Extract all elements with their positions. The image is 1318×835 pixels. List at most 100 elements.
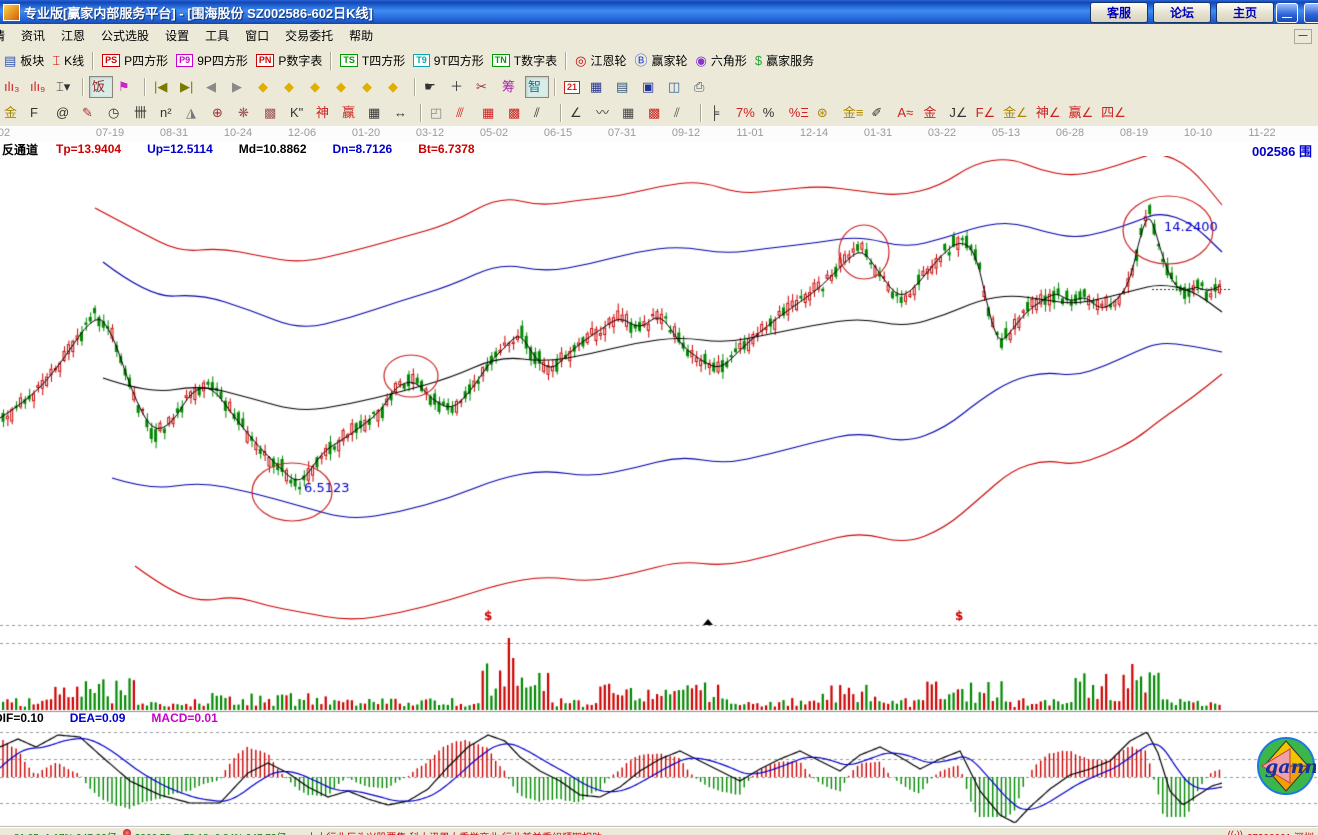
pen-flag-tool[interactable]: ✐ — [868, 102, 892, 124]
winner-service-button[interactable]: $赢家服务 — [752, 50, 817, 72]
shen-angle-tool[interactable]: 神∠ — [1033, 102, 1064, 124]
minimize-button[interactable]: — — [1276, 3, 1298, 23]
time-circle-tool[interactable]: ◷ — [105, 102, 129, 124]
prev-page-button[interactable]: ◀ — [203, 76, 227, 98]
calendar-button[interactable]: 21 — [561, 76, 585, 98]
seven-percent-icon: 7% — [736, 104, 755, 122]
colored-flag-button[interactable]: ⚑ — [115, 76, 139, 98]
zoom-all-diamond-button[interactable]: ◆ — [359, 76, 383, 98]
ying-angle-tool[interactable]: 赢∠ — [1065, 102, 1096, 124]
parallel-slash-tool[interactable]: ⫽ — [531, 102, 555, 124]
t-number-table-button[interactable]: TNT数字表 — [489, 50, 560, 72]
menu-item-2[interactable]: 资讯 — [13, 25, 53, 46]
print-button[interactable]: ⎙ — [691, 76, 715, 98]
four-angle-tool[interactable]: 四∠ — [1098, 102, 1129, 124]
gold-ratio-tool[interactable]: 金 — [1, 102, 25, 124]
first-page-button[interactable]: |◀ — [151, 76, 175, 98]
gann-fan-tool[interactable]: ⫻ — [453, 102, 477, 124]
chips-tool[interactable]: 筹 — [499, 76, 523, 98]
menu-item-4[interactable]: 公式选股 — [93, 25, 157, 46]
double-angle-tool[interactable]: ∠ — [567, 102, 591, 124]
gold-line-tool[interactable]: 金 — [920, 102, 944, 124]
k-measure-tool[interactable]: K" — [287, 102, 311, 124]
crosshair-tool[interactable]: ＋ — [447, 76, 471, 98]
zigzag-tool[interactable]: 〰 — [593, 102, 617, 124]
blocks-panel-button[interactable]: ▤板块 — [1, 50, 47, 72]
save-button[interactable]: ▣ — [639, 76, 663, 98]
calculator-button[interactable]: ▦ — [587, 76, 611, 98]
home-button[interactable]: 主页 — [1216, 2, 1274, 23]
last-page-button[interactable]: ▶| — [177, 76, 201, 98]
hexagon-button[interactable]: ◉六角形 — [693, 50, 750, 72]
child-minimize-button[interactable]: — — [1294, 29, 1312, 44]
next-page-button[interactable]: ▶ — [229, 76, 253, 98]
zoom-in-diamond-button[interactable]: ◆ — [333, 76, 357, 98]
tally-grid-tool[interactable]: 卌 — [131, 102, 155, 124]
t-square-button[interactable]: TST四方形 — [337, 50, 408, 72]
grid-box-tool[interactable]: ▦ — [619, 102, 643, 124]
f-angle-tool[interactable]: F∠ — [973, 102, 999, 124]
gold-angle-tool[interactable]: 金∠ — [1000, 102, 1031, 124]
gold-circle-tool[interactable]: ⊛ — [814, 102, 838, 124]
ruler-scale-tool[interactable]: ╞ — [707, 102, 731, 124]
ying-indicator-tool[interactable]: 赢 — [339, 102, 363, 124]
menu-item-1[interactable]: 行情 — [0, 25, 13, 46]
spiral-tool[interactable]: @ — [53, 102, 77, 124]
menu-item-7[interactable]: 窗口 — [237, 25, 277, 46]
menu-item-8[interactable]: 交易委托 — [277, 25, 341, 46]
t9-square-button[interactable]: T99T四方形 — [410, 50, 487, 72]
j-angle-tool[interactable]: J∠ — [946, 102, 970, 124]
gold-levels-tool[interactable]: 金≡ — [840, 102, 867, 124]
numbered-grid-tool[interactable]: ▦ — [365, 102, 389, 124]
parallels-tool[interactable]: ⫽ — [671, 102, 695, 124]
p-number-table-button[interactable]: PNP数字表 — [253, 50, 326, 72]
square-n2-tool[interactable]: n² — [157, 102, 181, 124]
p9-square-button[interactable]: P99P四方形 — [173, 50, 251, 72]
main-chart-canvas[interactable] — [0, 156, 1318, 827]
smart-analysis-toggle[interactable]: 智 — [525, 76, 549, 98]
save-icon: ▣ — [642, 78, 654, 96]
candle-style-dropdown[interactable]: ⌶▾ — [53, 76, 77, 98]
pan-right-diamond-button[interactable]: ◆ — [281, 76, 305, 98]
gann-grid-tool[interactable]: ▦ — [479, 102, 503, 124]
bar3-chart-button[interactable]: ılı₃ — [1, 76, 25, 98]
winner-service-icon: $ — [755, 52, 762, 70]
frame-tool[interactable]: ◰ — [427, 102, 451, 124]
menu-item-3[interactable]: 江恩 — [53, 25, 93, 46]
blocks-panel-icon: ▤ — [4, 52, 16, 70]
p-square-button[interactable]: PSP四方形 — [99, 50, 171, 72]
shen-indicator-tool[interactable]: 神 — [313, 102, 337, 124]
fib-f-tool[interactable]: F — [27, 102, 51, 124]
notes-button[interactable]: ▤ — [613, 76, 637, 98]
zoom-h-diamond-button[interactable]: ◆ — [307, 76, 331, 98]
protractor-tool[interactable]: ◮ — [183, 102, 207, 124]
brush-tool[interactable]: ✎ — [79, 102, 103, 124]
forum-button[interactable]: 论坛 — [1153, 2, 1211, 23]
kline-button[interactable]: ⌶K线 — [49, 50, 87, 72]
gann-web-tool[interactable]: ❋ — [235, 102, 259, 124]
winner-wheel-button[interactable]: Ⓑ赢家轮 — [632, 50, 691, 72]
menu-item-6[interactable]: 工具 — [197, 25, 237, 46]
erase-tool[interactable]: ✂ — [473, 76, 497, 98]
seven-percent-tool[interactable]: 7% — [733, 102, 758, 124]
red-grid-tool[interactable]: ▩ — [645, 102, 669, 124]
gann-web-square-tool[interactable]: ▩ — [261, 102, 285, 124]
pan-left-diamond-button[interactable]: ◆ — [255, 76, 279, 98]
zoom-grid-diamond-button[interactable]: ◆ — [385, 76, 409, 98]
menu-item-5[interactable]: 设置 — [157, 25, 197, 46]
gann-wheel-button[interactable]: ◎江恩轮 — [572, 50, 629, 72]
percent-tool[interactable]: % — [760, 102, 784, 124]
h-measure-tool[interactable]: ↔ — [391, 102, 415, 124]
percent-levels-tool[interactable]: %Ξ — [786, 102, 812, 124]
network-button[interactable]: ◫ — [665, 76, 689, 98]
circle-cross-tool[interactable]: ⊕ — [209, 102, 233, 124]
fan-channel-toggle[interactable]: 饭 — [89, 76, 113, 98]
bar9-chart-button[interactable]: ılı₉ — [27, 76, 51, 98]
a-wave-tool[interactable]: A≈ — [894, 102, 918, 124]
service-button[interactable]: 客服 — [1090, 2, 1148, 23]
gann-weave-tool[interactable]: ▩ — [505, 102, 529, 124]
hand-pan-tool[interactable]: ☛ — [421, 76, 445, 98]
date-label: 11-22 — [1248, 127, 1275, 139]
menu-item-9[interactable]: 帮助 — [341, 25, 381, 46]
window-button-clipped[interactable] — [1304, 3, 1318, 23]
